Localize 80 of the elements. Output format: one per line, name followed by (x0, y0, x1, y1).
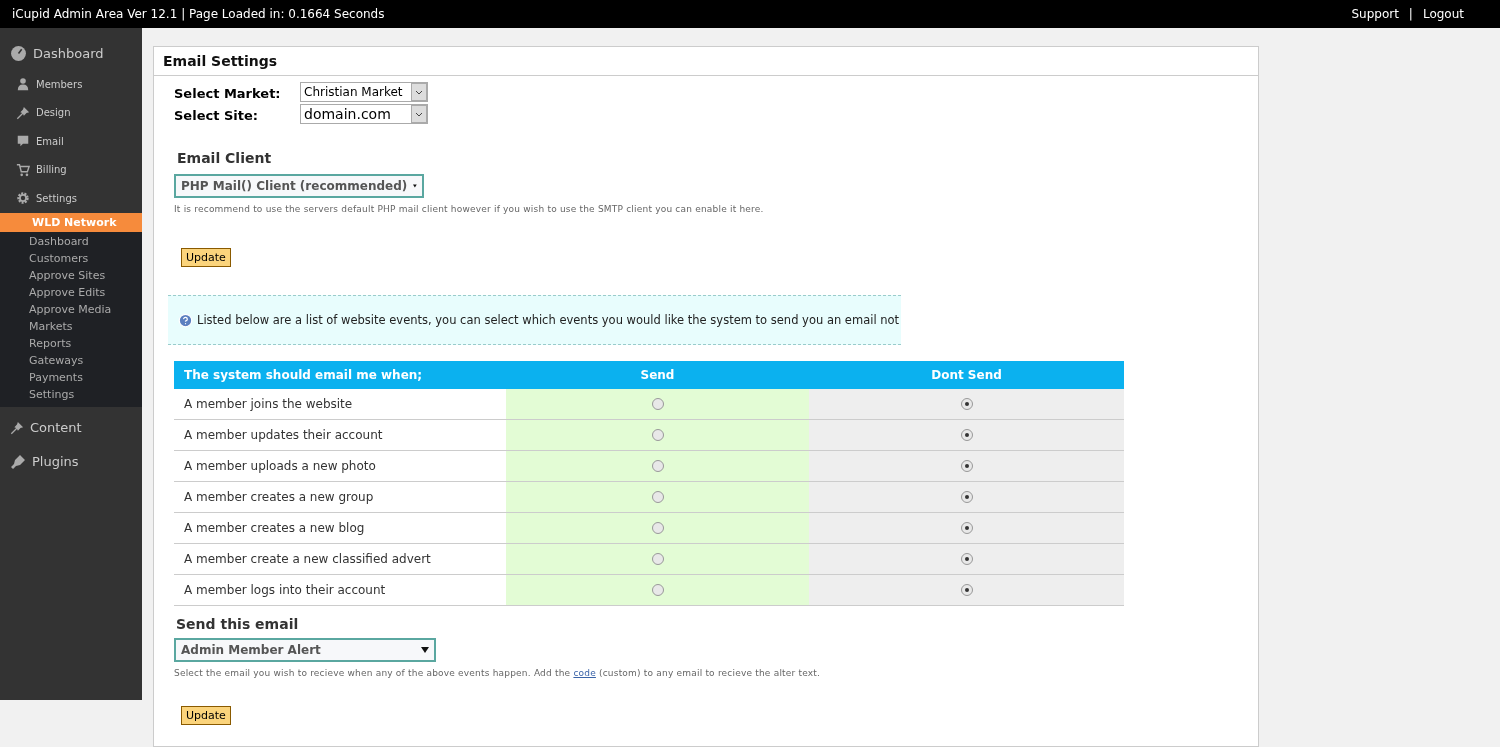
column-header: Dont Send (930, 368, 1003, 382)
sidebar-item-label: Billing (36, 164, 67, 176)
site-select[interactable]: domain.com (300, 104, 428, 124)
send-radio[interactable] (651, 522, 664, 534)
plug-icon (10, 453, 26, 470)
sidebar-item-label: Plugins (32, 454, 79, 469)
send-radio[interactable] (651, 553, 664, 565)
event-cell-text: A member create a new classified advert (183, 551, 432, 568)
email-client-select[interactable]: PHP Mail() Client (recommended) (174, 174, 424, 198)
submenu-item[interactable]: Gateways (0, 351, 142, 369)
send-radio[interactable] (651, 460, 664, 472)
dont-send-radio[interactable] (960, 429, 973, 441)
sidebar-item-label: Email (36, 135, 64, 147)
send-radio[interactable] (651, 429, 664, 441)
dont-send-radio[interactable] (960, 553, 973, 565)
section-heading: Send this email (176, 616, 300, 632)
sidebar-item[interactable]: Members (0, 70, 142, 99)
section-heading: Email Client (177, 150, 273, 166)
event-cell-text: A member uploads a new photo (183, 458, 377, 475)
dropdown-arrow-icon (413, 183, 417, 189)
submenu-item[interactable]: Reports (0, 334, 142, 352)
submenu-item[interactable]: Approve Edits (0, 283, 142, 301)
sidebar-item-label: Settings (36, 192, 77, 204)
dont-send-radio[interactable] (960, 522, 973, 534)
help-text: Select the email you wish to recieve when any of the above events happen. Add the code (custom) to any email to recieve the alter text. (174, 668, 822, 678)
help-text: It is recommend to use the servers default PHP mail client however if you wish to use the SMTP client you can enable it here. (174, 204, 765, 214)
send-radio[interactable] (651, 398, 664, 410)
cart-icon (16, 162, 30, 177)
submenu-item[interactable]: Dashboard (0, 232, 142, 250)
column-header: Send (639, 368, 676, 382)
panel-title: Email Settings (154, 47, 1258, 76)
event-cell-text: A member creates a new group (183, 489, 375, 506)
submenu-item[interactable]: Approve Media (0, 300, 142, 318)
pin-icon (10, 420, 24, 435)
gauge-icon (10, 44, 27, 62)
submenu-item[interactable]: Markets (0, 317, 142, 335)
dont-send-radio[interactable] (960, 491, 973, 503)
update-button[interactable]: Update (181, 248, 231, 267)
sidebar-item[interactable]: Dashboard (0, 36, 142, 70)
sidebar-item-label: Content (30, 420, 82, 435)
event-cell-text: A member updates their account (183, 427, 384, 444)
help-icon (178, 312, 193, 328)
submenu-item[interactable]: Customers (0, 249, 142, 267)
notice-text: Listed below are a list of website events, you can select which events you would like the system to send you an email not (197, 313, 900, 327)
event-cell-text: A member logs into their account (183, 582, 387, 599)
dropdown-arrow-icon (421, 647, 429, 653)
market-select[interactable]: Christian Market (300, 82, 428, 102)
event-cell-text: A member joins the website (183, 396, 354, 413)
update-button[interactable]: Update (181, 706, 231, 725)
gear-icon (16, 191, 30, 206)
top-link[interactable]: Logout (1422, 7, 1464, 21)
event-cell-text: A member creates a new blog (183, 520, 366, 537)
sidebar-item[interactable]: Billing (0, 155, 142, 184)
code-link[interactable]: code (573, 668, 596, 678)
sidebar-item[interactable]: Content (0, 410, 142, 445)
sidebar-item[interactable]: Settings (0, 184, 142, 213)
dont-send-radio[interactable] (960, 398, 973, 410)
column-header: The system should email me when; (183, 368, 424, 382)
speech-bubble-icon (16, 134, 30, 149)
submenu-item[interactable]: Settings (0, 385, 142, 403)
top-link[interactable]: Support (1351, 7, 1399, 21)
email-template-select[interactable]: Admin Member Alert (174, 638, 436, 662)
separator: | (1408, 7, 1413, 21)
sidebar-item-label: Design (36, 107, 71, 119)
sidebar-item[interactable]: Email (0, 127, 142, 156)
submenu-item[interactable]: Payments (0, 368, 142, 386)
submenu-item[interactable]: Approve Sites (0, 266, 142, 284)
sidebar-item[interactable]: Plugins (0, 444, 142, 479)
dont-send-radio[interactable] (960, 584, 973, 596)
pin-icon (16, 105, 30, 120)
sidebar-item-label: Dashboard (33, 45, 104, 61)
send-radio[interactable] (651, 491, 664, 503)
field-label: Select Site: (174, 107, 259, 123)
send-radio[interactable] (651, 584, 664, 596)
dont-send-radio[interactable] (960, 460, 973, 472)
sidebar-item[interactable]: Design (0, 98, 142, 127)
sidebar-item-label: Members (36, 78, 83, 90)
user-icon (16, 77, 30, 92)
admin-title: iCupid Admin Area Ver 12.1 | Page Loaded in: 0.1664 Seconds (12, 7, 385, 21)
field-label: Select Market: (174, 85, 282, 101)
